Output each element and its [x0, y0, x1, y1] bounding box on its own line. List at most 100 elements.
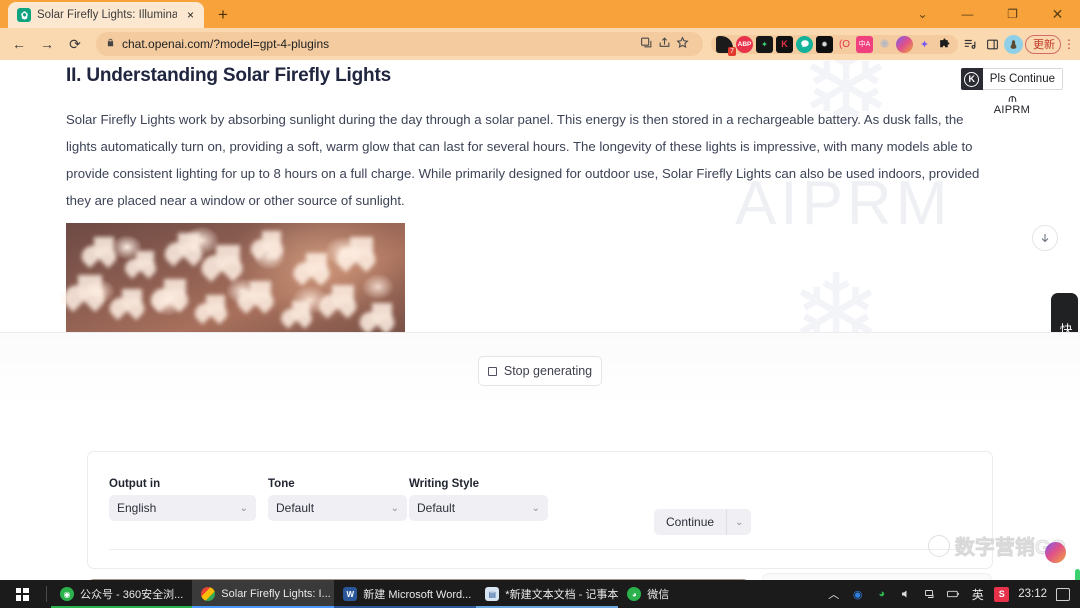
taskbar-item-label: 新建 Microsoft Word... — [363, 589, 472, 601]
scrollbar-thumb[interactable] — [1075, 569, 1080, 580]
window-controls: ⌄ — ❐ ✕ — [900, 0, 1080, 28]
stop-square-icon — [487, 366, 497, 376]
tone-select[interactable]: Default ⌄ — [268, 495, 407, 521]
output-in-select[interactable]: English ⌄ — [109, 495, 256, 521]
heart-shape — [372, 303, 392, 320]
heart-shape — [216, 245, 240, 265]
taskbar-item-wechat[interactable]: ◕ 微信 — [618, 580, 678, 608]
brain-extension[interactable] — [896, 35, 913, 53]
pocket-extension[interactable]: 7 — [716, 35, 736, 56]
browser-tab[interactable]: Solar Firefly Lights: Illuminating × — [8, 2, 204, 28]
reading-list-icon[interactable] — [960, 34, 980, 54]
browser-menu-icon[interactable]: ⋮ — [1063, 37, 1075, 51]
tray-wechat-icon[interactable]: ◕ — [874, 587, 889, 602]
heart-shape — [206, 295, 225, 311]
heart-shape — [122, 289, 142, 306]
writing-style-field: Writing Style Default ⌄ — [409, 478, 548, 521]
kami-extension[interactable]: K — [776, 35, 793, 53]
tray-ime-icon[interactable]: 英 — [970, 587, 985, 602]
tone-label: Tone — [268, 478, 295, 490]
update-label: 更新 — [1033, 39, 1055, 51]
green-compass-extension[interactable]: ✦ — [756, 35, 773, 53]
opera-o-extension[interactable]: (O — [836, 36, 853, 53]
tray-volume-icon[interactable] — [898, 587, 913, 602]
adblock-plus-extension[interactable]: ABP — [736, 35, 753, 53]
continue-split-button[interactable]: Continue ⌄ — [654, 509, 752, 535]
stop-generating-button[interactable]: Stop generating — [478, 356, 602, 386]
taskbar-item-chrome[interactable]: Solar Firefly Lights: I... — [192, 580, 335, 608]
windows-taskbar: ◉ 公众号 - 360安全浏... Solar Firefly Lights: … — [0, 580, 1080, 608]
side-panel-icon[interactable] — [982, 34, 1002, 54]
profile-avatar[interactable] — [1004, 34, 1023, 54]
chrome-icon — [201, 587, 216, 601]
tray-360-icon[interactable]: ◉ — [850, 587, 865, 602]
tray-network-icon[interactable] — [922, 587, 937, 602]
page-viewport: ❄ ❄ AIPRM II. Understanding Solar Firefl… — [0, 60, 1080, 580]
puzzle-extensions-icon[interactable] — [936, 36, 953, 53]
panel-divider — [109, 549, 971, 550]
page-title: II. Understanding Solar Firefly Lights — [66, 65, 391, 86]
aiprm-glyph-icon: ⫙ — [1008, 91, 1016, 105]
back-icon[interactable]: ← — [6, 31, 32, 57]
word-icon: W — [343, 587, 358, 601]
translate-icon[interactable] — [640, 36, 653, 52]
taskbar-item-label: 公众号 - 360安全浏... — [80, 589, 184, 601]
start-button[interactable] — [0, 580, 44, 608]
scroll-to-bottom-button[interactable] — [1032, 225, 1058, 251]
heart-shape — [164, 279, 186, 297]
writing-style-select[interactable]: Default ⌄ — [409, 495, 548, 521]
bokeh-hearts-image — [66, 223, 405, 332]
address-bar[interactable]: chat.openai.com/?model=gpt-4-plugins — [96, 32, 703, 56]
pocket-badge: 7 — [728, 46, 736, 56]
voice-tools-card: English (US) ⌄ — [762, 573, 992, 580]
heart-shape — [292, 301, 310, 316]
heart-shape — [78, 275, 102, 295]
minimize-button[interactable]: — — [945, 0, 990, 28]
close-window-button[interactable]: ✕ — [1035, 0, 1080, 28]
extension-bar: 7 ABP ✦ K ✹ (O 中A ✺ ✦ — [711, 34, 958, 56]
taskbar-divider — [46, 586, 47, 602]
chinese-translate-extension[interactable]: 中A — [856, 35, 873, 53]
aiprm-tooltip[interactable]: K Pls Continue — [960, 68, 1063, 90]
writing-style-value: Default — [417, 501, 456, 515]
brain-icon[interactable] — [1045, 542, 1066, 563]
resize-dots-icon[interactable]: •• — [961, 549, 970, 560]
aiprm-continue-badge: K Pls Continue ⫙ AIPRM — [960, 68, 1063, 119]
taskbar-item-word[interactable]: W 新建 Microsoft Word... — [334, 580, 477, 608]
output-in-value: English — [117, 501, 157, 515]
bookmark-star-icon[interactable] — [676, 36, 689, 52]
composer-region: Stop generating Output in English ⌄ Tone… — [0, 332, 1080, 580]
taskbar-item-notepad[interactable]: ▤ *新建文本文档 - 记事本 — [476, 580, 618, 608]
system-tray: ︿ ◉ ◕ 英 S 23:12 — [826, 586, 1080, 602]
new-tab-button[interactable]: + — [210, 2, 236, 28]
chevron-down-icon[interactable]: ⌄ — [726, 509, 751, 535]
tray-chevron-up-icon[interactable]: ︿ — [826, 587, 841, 602]
forward-icon[interactable]: → — [34, 31, 60, 57]
browser-toolbar: ← → ⟳ chat.openai.com/?model=gpt-4-plugi… — [0, 28, 1080, 60]
tab-search-icon[interactable]: ⌄ — [900, 0, 945, 28]
heart-shape — [350, 237, 373, 256]
body-paragraph: Solar Firefly Lights work by absorbing s… — [66, 112, 980, 208]
sparkle-extension[interactable]: ✦ — [916, 36, 933, 53]
openai-extension[interactable]: ✺ — [876, 36, 893, 53]
aiprm-logo[interactable]: ⫙ AIPRM — [980, 91, 1043, 119]
snowflake-watermark-2: ❄ — [790, 253, 883, 332]
output-in-field: Output in English ⌄ — [109, 478, 256, 521]
notification-icon[interactable] — [1056, 587, 1070, 601]
update-button[interactable]: 更新 — [1025, 34, 1061, 54]
tray-battery-icon[interactable] — [946, 587, 961, 602]
taskbar-item-360browser[interactable]: ◉ 公众号 - 360安全浏... — [51, 580, 193, 608]
tab-close-icon[interactable]: × — [183, 8, 198, 23]
browser-tab-strip: Solar Firefly Lights: Illuminating × + ⌄… — [0, 0, 1080, 28]
tray-sogou-icon[interactable]: S — [994, 586, 1010, 602]
dark-gear-extension[interactable]: ✹ — [816, 35, 833, 53]
reload-icon[interactable]: ⟳ — [62, 31, 88, 57]
chat-bubble-extension[interactable] — [796, 35, 813, 53]
share-icon[interactable] — [658, 36, 671, 52]
maximize-button[interactable]: ❐ — [990, 0, 1035, 28]
chat-content: ❄ ❄ AIPRM II. Understanding Solar Firefl… — [0, 60, 1080, 332]
stop-generating-label: Stop generating — [503, 364, 593, 378]
tray-clock[interactable]: 23:12 — [1018, 588, 1047, 600]
taskbar-item-label: *新建文本文档 - 记事本 — [505, 589, 619, 601]
output-in-label: Output in — [109, 478, 161, 490]
